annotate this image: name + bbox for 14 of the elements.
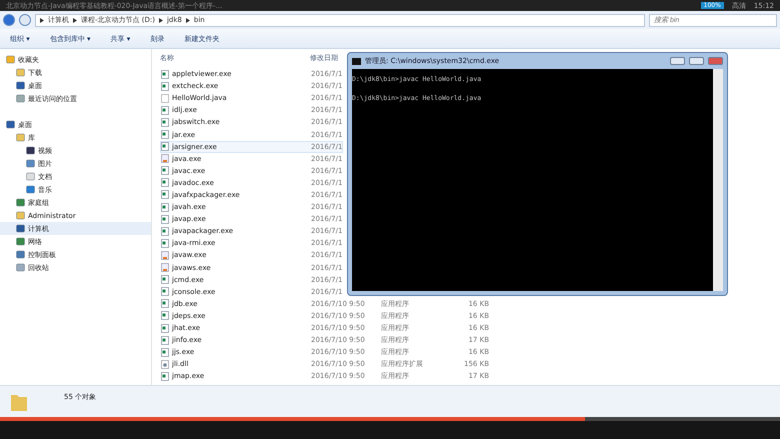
chevron-icon bbox=[186, 18, 190, 22]
chevron-icon bbox=[40, 18, 44, 22]
minimize-button[interactable] bbox=[670, 57, 685, 65]
console-icon bbox=[352, 58, 361, 64]
progress-bar[interactable] bbox=[0, 417, 780, 421]
chevron-icon bbox=[73, 18, 77, 22]
forward-button[interactable] bbox=[19, 14, 31, 26]
chevron-icon bbox=[158, 18, 163, 22]
maximize-button[interactable] bbox=[689, 57, 704, 65]
close-button[interactable] bbox=[708, 57, 723, 65]
back-button[interactable] bbox=[3, 14, 15, 26]
document-icon bbox=[161, 94, 169, 103]
scrollbar[interactable] bbox=[713, 69, 723, 291]
application-icon bbox=[161, 372, 169, 381]
